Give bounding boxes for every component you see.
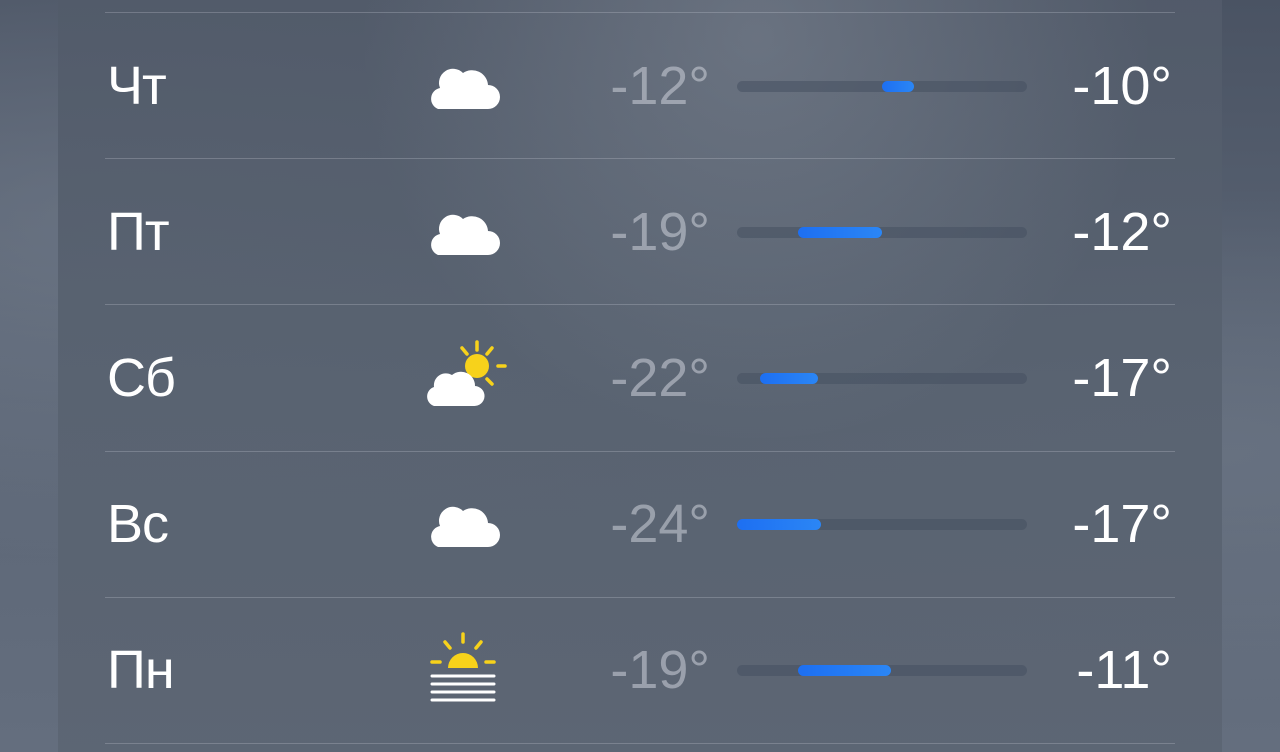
temp-range-fill <box>797 227 882 238</box>
high-temp: -11° <box>1076 640 1172 700</box>
day-label: Пт <box>107 202 170 262</box>
forecast-row-sun[interactable]: Вс -24° -17° <box>0 451 1280 597</box>
day-label: Сб <box>107 348 176 408</box>
cloud-icon <box>418 484 508 564</box>
cloud-icon <box>418 46 508 126</box>
fog-sun-icon <box>418 630 508 710</box>
temp-range-fill <box>737 519 822 530</box>
high-temp: -17° <box>1072 494 1172 554</box>
temp-range-bar <box>737 665 1027 676</box>
temp-range-bar <box>737 81 1027 92</box>
forecast-row-fri[interactable]: Пт -19° -12° <box>0 159 1280 305</box>
forecast-row-thu[interactable]: Чт -12° -10° <box>0 13 1280 159</box>
day-label: Вс <box>107 494 169 554</box>
temp-range-fill <box>882 81 914 92</box>
high-temp: -10° <box>1072 56 1172 116</box>
day-label: Чт <box>107 56 167 116</box>
temp-range-fill <box>797 665 891 676</box>
partly-sunny-icon <box>418 338 508 418</box>
low-temp: -12° <box>610 56 710 116</box>
high-temp: -12° <box>1072 202 1172 262</box>
temp-range-bar <box>737 519 1027 530</box>
low-temp: -19° <box>610 202 710 262</box>
temp-range-fill <box>760 373 819 384</box>
low-temp: -22° <box>610 348 710 408</box>
temp-range-bar <box>737 373 1027 384</box>
row-divider <box>105 743 1175 744</box>
forecast-row-sat[interactable]: Сб -22° -17° <box>0 305 1280 451</box>
day-label: Пн <box>107 640 175 700</box>
low-temp: -19° <box>610 640 710 700</box>
forecast-row-mon[interactable]: Пн -19° -11° <box>0 597 1280 743</box>
temp-range-bar <box>737 227 1027 238</box>
cloud-icon <box>418 192 508 272</box>
low-temp: -24° <box>610 494 710 554</box>
high-temp: -17° <box>1072 348 1172 408</box>
